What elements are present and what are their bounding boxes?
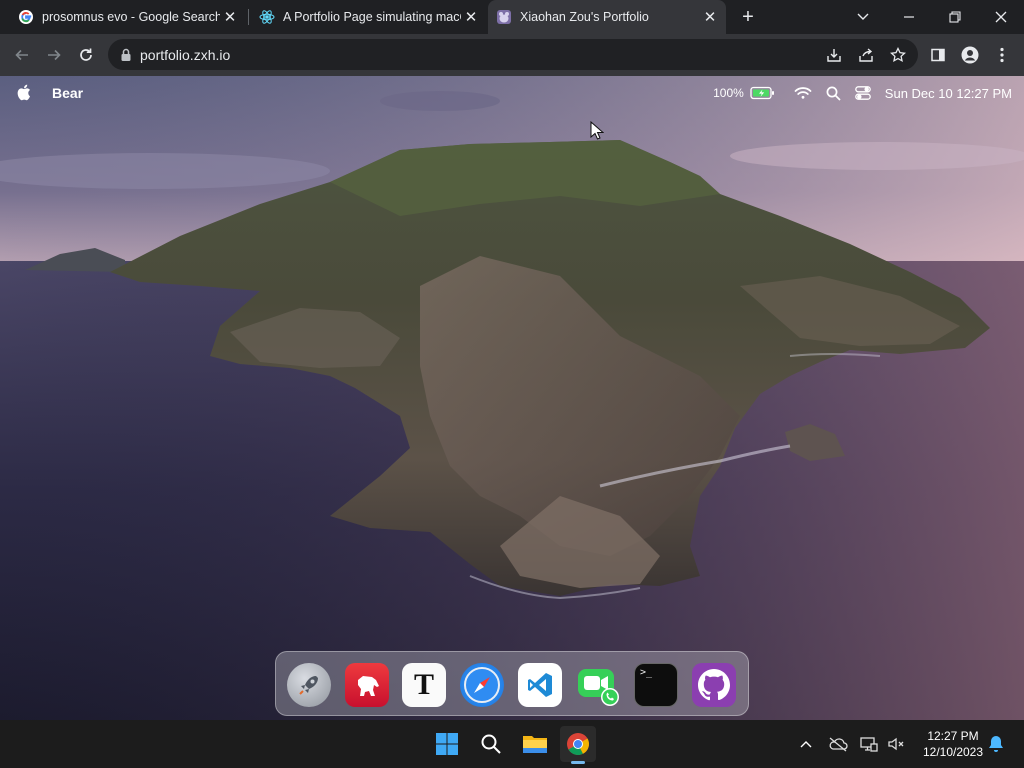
github-icon	[698, 669, 730, 701]
side-panel-icon[interactable]	[926, 43, 950, 67]
active-app-indicator	[571, 761, 585, 764]
folder-icon	[523, 736, 547, 753]
forward-button[interactable]	[42, 43, 66, 67]
file-explorer-button[interactable]	[517, 726, 553, 762]
dock-vscode[interactable]	[518, 663, 562, 707]
tab-portfolio-page[interactable]: A Portfolio Page simulating macOS ✕	[251, 0, 487, 34]
menubar-status-area: 100% Sun Dec 10 12:27 PM	[713, 76, 1024, 110]
google-icon	[18, 9, 34, 25]
address-url: portfolio.zxh.io	[140, 46, 231, 63]
address-bar[interactable]: portfolio.zxh.io	[108, 39, 918, 70]
network-icon[interactable]	[859, 734, 879, 754]
windows-logo-icon	[436, 733, 458, 755]
browser-tab-strip: prosomnus evo - Google Search ✕ A Portfo…	[0, 0, 1024, 34]
tab-title: Xiaohan Zou's Portfolio	[520, 10, 649, 24]
spotlight-search-icon[interactable]	[826, 86, 841, 101]
more-menu-icon[interactable]	[990, 43, 1014, 67]
rocket-icon	[299, 676, 318, 695]
taskbar-search-button[interactable]	[473, 726, 509, 762]
mouse-cursor-icon	[590, 121, 604, 140]
volume-muted-icon[interactable]	[886, 734, 906, 754]
windows-taskbar: 12:27 PM 12/10/2023	[0, 720, 1024, 768]
taskbar-clock[interactable]: 12:27 PM 12/10/2023	[914, 728, 992, 760]
facetime-icon	[578, 669, 619, 706]
battery-percent: 100%	[713, 86, 744, 100]
lock-icon[interactable]	[120, 48, 132, 62]
reload-button[interactable]	[74, 43, 98, 67]
dock-launchpad[interactable]	[287, 663, 331, 707]
tab-close-icon[interactable]: ✕	[220, 7, 240, 27]
dock-safari[interactable]	[460, 663, 504, 707]
show-hidden-icons-chevron-icon[interactable]	[796, 734, 816, 754]
start-button[interactable]	[429, 726, 465, 762]
minimize-window-button[interactable]	[886, 0, 932, 34]
dock-github[interactable]	[692, 663, 736, 707]
tab-close-icon[interactable]: ✕	[461, 7, 481, 27]
dock-terminal[interactable]: >_	[634, 663, 678, 707]
safari-icon	[464, 667, 500, 703]
share-icon[interactable]	[854, 43, 878, 67]
search-icon	[481, 734, 501, 754]
wifi-icon[interactable]	[794, 86, 812, 100]
terminal-icon: >_	[640, 667, 653, 678]
tab-google-search[interactable]: prosomnus evo - Google Search ✕	[10, 0, 246, 34]
browser-toolbar: portfolio.zxh.io	[0, 34, 1024, 76]
install-app-icon[interactable]	[822, 43, 846, 67]
dock-typora[interactable]: T	[402, 663, 446, 707]
new-tab-button[interactable]: +	[736, 5, 760, 29]
tab-divider	[248, 9, 249, 25]
notification-bell-icon[interactable]	[986, 734, 1006, 754]
back-button[interactable]	[10, 43, 34, 67]
battery-charging-icon[interactable]	[750, 86, 776, 100]
tab-title: A Portfolio Page simulating macOS	[283, 10, 461, 24]
macos-menu-bar: Bear 100% Sun Dec 10 12:27 PM	[0, 76, 1024, 110]
bear-icon	[496, 9, 512, 25]
bookmark-star-icon[interactable]	[886, 43, 910, 67]
dock-facetime[interactable]	[576, 663, 620, 707]
menubar-datetime[interactable]: Sun Dec 10 12:27 PM	[885, 86, 1012, 101]
tab-search-chevron-icon[interactable]	[840, 0, 886, 34]
desktop-wallpaper	[0, 76, 1024, 720]
react-icon	[259, 9, 275, 25]
vscode-icon	[528, 673, 552, 697]
control-center-icon[interactable]	[854, 86, 871, 100]
apple-logo-icon[interactable]	[16, 84, 31, 101]
onedrive-offline-icon[interactable]	[828, 734, 848, 754]
tab-xiaohan-portfolio[interactable]: Xiaohan Zou's Portfolio ✕	[488, 0, 726, 34]
chrome-taskbar-button[interactable]	[560, 726, 596, 764]
profile-icon[interactable]	[958, 43, 982, 67]
typora-icon: T	[413, 668, 434, 701]
chrome-icon	[567, 733, 589, 755]
tab-title: prosomnus evo - Google Search	[42, 10, 220, 24]
close-window-button[interactable]	[978, 0, 1024, 34]
page-viewport: Bear 100% Sun Dec 10 12:27 PM T >_	[0, 76, 1024, 720]
clock-time: 12:27 PM	[927, 729, 979, 743]
bear-app-icon	[358, 676, 379, 696]
tab-close-icon[interactable]: ✕	[700, 7, 720, 27]
macos-dock: T >_	[275, 651, 749, 716]
clock-date: 12/10/2023	[922, 745, 984, 759]
active-app-name[interactable]: Bear	[52, 85, 83, 101]
dock-bear[interactable]	[345, 663, 389, 707]
restore-window-button[interactable]	[932, 0, 978, 34]
